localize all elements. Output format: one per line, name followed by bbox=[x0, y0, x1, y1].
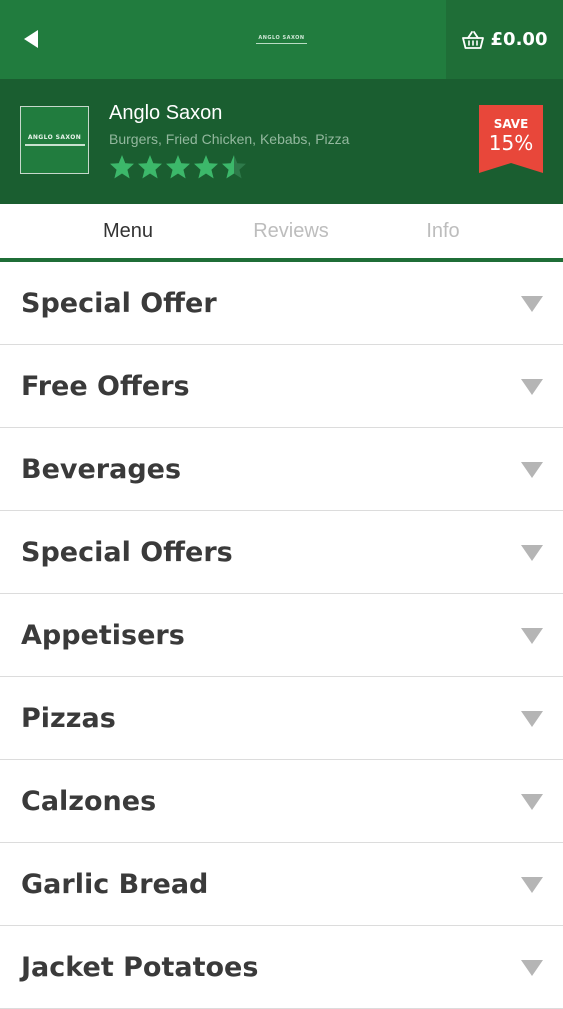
menu-category[interactable]: Special Offer bbox=[0, 262, 563, 345]
star-icon bbox=[194, 155, 218, 179]
save-value: 15% bbox=[488, 131, 534, 155]
chevron-down-icon bbox=[521, 794, 543, 810]
menu-category[interactable]: Beverages bbox=[0, 428, 563, 511]
back-arrow-icon bbox=[24, 30, 38, 48]
menu-category-label: Special Offers bbox=[21, 537, 233, 568]
header-logo-underline bbox=[256, 42, 307, 45]
header-logo: ANGLO SAXON bbox=[256, 35, 307, 45]
restaurant-cuisines: Burgers, Fried Chicken, Kebabs, Pizza bbox=[109, 131, 350, 147]
menu-category-label: Jacket Potatoes bbox=[21, 952, 259, 983]
chevron-down-icon bbox=[521, 379, 543, 395]
star-icon bbox=[110, 155, 134, 179]
menu-category[interactable]: Garlic Bread bbox=[0, 843, 563, 926]
star-icon bbox=[166, 155, 190, 179]
back-button[interactable] bbox=[14, 22, 48, 56]
menu-category[interactable]: Jacket Potatoes bbox=[0, 926, 563, 1009]
menu-category-label: Garlic Bread bbox=[21, 869, 209, 900]
menu-category[interactable]: Free Offers bbox=[0, 345, 563, 428]
chevron-down-icon bbox=[521, 960, 543, 976]
star-icon bbox=[138, 155, 162, 179]
chevron-down-icon bbox=[521, 545, 543, 561]
restaurant-logo: ANGLO SAXON bbox=[20, 106, 89, 174]
menu-category[interactable]: Appetisers bbox=[0, 594, 563, 677]
header-logo-text: ANGLO SAXON bbox=[258, 34, 305, 41]
restaurant-logo-underline bbox=[24, 143, 85, 146]
menu-category-label: Free Offers bbox=[21, 371, 190, 402]
basket-button[interactable]: £0.00 bbox=[446, 0, 563, 79]
restaurant-name: Anglo Saxon bbox=[109, 102, 223, 124]
top-bar: ANGLO SAXON £0.00 bbox=[0, 0, 563, 79]
menu-category-label: Pizzas bbox=[21, 703, 116, 734]
rating-stars bbox=[109, 154, 247, 180]
chevron-down-icon bbox=[521, 462, 543, 478]
basket-total: £0.00 bbox=[490, 29, 548, 50]
tab-bar: Menu Reviews Info bbox=[0, 204, 563, 262]
menu-category-label: Beverages bbox=[21, 454, 182, 485]
menu-category[interactable]: Calzones bbox=[0, 760, 563, 843]
menu-category-label: Calzones bbox=[21, 786, 157, 817]
chevron-down-icon bbox=[521, 877, 543, 893]
save-label: SAVE bbox=[493, 117, 529, 131]
chevron-down-icon bbox=[521, 296, 543, 312]
chevron-down-icon bbox=[521, 711, 543, 727]
save-badge: SAVE 15% bbox=[479, 105, 543, 173]
chevron-down-icon bbox=[521, 628, 543, 644]
star-icon bbox=[222, 155, 246, 179]
menu-category[interactable]: Pizzas bbox=[0, 677, 563, 760]
tab-info[interactable]: Info bbox=[343, 204, 543, 258]
menu-category[interactable]: Special Offers bbox=[0, 511, 563, 594]
menu-category-list: Special Offer Free Offers Beverages Spec… bbox=[0, 262, 563, 1009]
restaurant-header: ANGLO SAXON Anglo Saxon Burgers, Fried C… bbox=[0, 79, 563, 204]
menu-category-label: Appetisers bbox=[21, 620, 185, 651]
basket-icon bbox=[461, 30, 484, 49]
restaurant-logo-text: ANGLO SAXON bbox=[27, 133, 82, 141]
menu-category-label: Special Offer bbox=[21, 288, 217, 319]
